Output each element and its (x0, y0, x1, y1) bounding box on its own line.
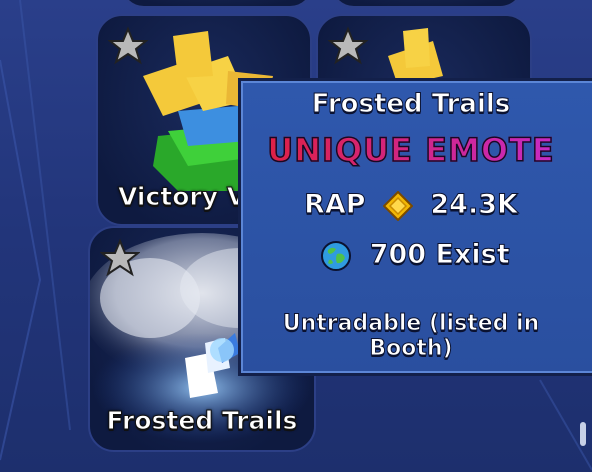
item-tile-top-left[interactable] (120, 0, 314, 8)
globe-icon (321, 240, 352, 271)
rap-value: 24.3K (430, 189, 519, 221)
star-icon[interactable] (328, 26, 368, 66)
item-label: Frosted Trails (106, 406, 298, 436)
exist-row: 700 Exist (241, 239, 581, 272)
rarity-label: UNIQUE EMOTE (241, 130, 581, 170)
tradable-status: Untradable (listed in Booth) (282, 311, 540, 362)
item-tile-top-right[interactable] (330, 0, 524, 8)
rap-row: RAP 24.3K (241, 189, 581, 221)
star-icon[interactable] (108, 26, 148, 66)
tooltip-title: Frosted Trails (311, 89, 511, 120)
scrollbar[interactable] (580, 422, 586, 446)
rap-label: RAP (304, 189, 366, 221)
diamond-gem-icon (382, 190, 413, 221)
item-tooltip: Frosted Trails UNIQUE EMOTE RAP 24.3K 70… (238, 78, 592, 376)
exist-count: 700 Exist (369, 239, 510, 271)
star-icon[interactable] (100, 238, 140, 278)
